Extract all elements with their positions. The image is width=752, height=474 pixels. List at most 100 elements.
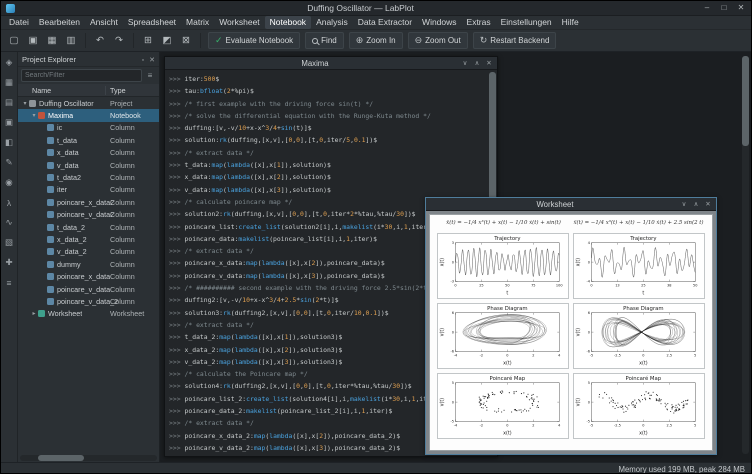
image-icon[interactable]: ▧ xyxy=(3,236,16,249)
dock-horizontal-scrollbar[interactable] xyxy=(20,455,157,461)
menu-extras[interactable]: Extras xyxy=(462,16,496,29)
subwindow-close-icon[interactable]: ✕ xyxy=(485,59,493,67)
worksheet-view: ẍ(t) = −1/4 x³(t) + x(t) − 1/10 ẋ(t) + s… xyxy=(426,211,716,454)
tree-row-v-data[interactable]: v_dataColumn xyxy=(18,159,159,171)
zoom-in-button-label: Zoom In xyxy=(366,36,395,45)
tree-row-maxima[interactable]: ▾MaximaNotebook xyxy=(18,109,159,121)
find-icon xyxy=(312,38,318,44)
subwindow-shade-icon[interactable]: ∨ xyxy=(680,200,688,208)
menu-worksheet[interactable]: Worksheet xyxy=(214,16,264,29)
print-icon[interactable]: ▥ xyxy=(62,32,80,50)
expander-icon[interactable]: ▸ xyxy=(30,310,38,317)
tree-row-worksheet[interactable]: ▸WorksheetWorksheet xyxy=(18,308,159,320)
evaluate-notebook-button[interactable]: ✓Evaluate Notebook xyxy=(208,32,300,49)
tree-row-poincare-v-data-2[interactable]: poincare_v_data_2Column xyxy=(18,295,159,307)
code-text: /* extract data */ xyxy=(185,247,254,255)
zoom-out-button[interactable]: ⊖Zoom Out xyxy=(408,32,468,49)
subwindow-maximize-icon[interactable]: ∧ xyxy=(692,200,700,208)
find-button[interactable]: Find xyxy=(305,32,344,49)
filter-options-icon[interactable]: ≡ xyxy=(144,71,156,80)
scrollbar-thumb[interactable] xyxy=(38,455,84,461)
undo-icon[interactable]: ↶ xyxy=(91,32,109,50)
curve-icon[interactable]: ∿ xyxy=(3,216,16,229)
scrollbar-thumb[interactable] xyxy=(742,56,749,146)
new-project-icon[interactable]: ▢ xyxy=(5,32,23,50)
svg-text:-5: -5 xyxy=(590,423,593,427)
close-window-icon[interactable]: ⊠ xyxy=(177,32,195,50)
menu-windows[interactable]: Windows xyxy=(417,16,461,29)
mdi-scrollbar[interactable] xyxy=(742,56,749,454)
tree-row-duffing-oscillator[interactable]: ▾Duffing OscillatorProject xyxy=(18,97,159,109)
note-icon[interactable]: ✎ xyxy=(3,156,16,169)
svg-text:0: 0 xyxy=(452,330,454,334)
tree-header[interactable]: Name Type xyxy=(18,84,159,97)
menu-hilfe[interactable]: Hilfe xyxy=(557,16,584,29)
worksheet-icon xyxy=(38,310,45,317)
menu-analysis[interactable]: Analysis xyxy=(311,16,353,29)
settings-icon[interactable]: ≡ xyxy=(3,276,16,289)
restart-backend-button[interactable]: ↻Restart Backend xyxy=(473,32,557,49)
titlebar[interactable]: Duffing Oscillator — LabPlot –□✕ xyxy=(1,1,751,16)
tree-row-ic[interactable]: icColumn xyxy=(18,122,159,134)
tree-row-v-data-2[interactable]: v_data_2Column xyxy=(18,246,159,258)
datapicker-icon[interactable]: ◉ xyxy=(3,176,16,189)
tree-item-type: Column xyxy=(110,173,135,182)
maximize-button[interactable]: □ xyxy=(719,1,729,15)
tree-row-poincare-x-data2[interactable]: poincare_x_data2Column xyxy=(18,196,159,208)
expander-icon[interactable]: ▾ xyxy=(30,112,38,119)
tree-row-t-data2[interactable]: t_data2Column xyxy=(18,171,159,183)
tile-windows-icon[interactable]: ⊞ xyxy=(139,32,157,50)
code-text: t_data_2:map(lambda([x],x[1]),solution3)… xyxy=(185,333,343,341)
subwindow-shade-icon[interactable]: ∨ xyxy=(461,59,469,67)
menu-einstellungen[interactable]: Einstellungen xyxy=(496,16,557,29)
project-explorer-toggle-icon[interactable]: ◈ xyxy=(3,56,16,69)
menu-notebook[interactable]: Notebook xyxy=(265,16,311,29)
maxima-titlebar[interactable]: Maxima ∨∧✕ xyxy=(165,57,497,70)
menu-data-extractor[interactable]: Data Extractor xyxy=(353,16,417,29)
dock-float-icon[interactable]: ▫ xyxy=(142,57,144,64)
menu-bearbeiten[interactable]: Bearbeiten xyxy=(34,16,85,29)
subwindow-close-icon[interactable]: ✕ xyxy=(704,200,712,208)
worksheet-titlebar[interactable]: Worksheet ∨∧✕ xyxy=(426,198,716,211)
save-project-icon[interactable]: ▦ xyxy=(43,32,61,50)
function-icon[interactable]: λ xyxy=(3,196,16,209)
tree-row-x-data[interactable]: x_dataColumn xyxy=(18,147,159,159)
svg-text:-4: -4 xyxy=(454,353,458,357)
tree-row-poincare-v-data2[interactable]: poincare_v_data2Column xyxy=(18,209,159,221)
tree-row-dummy[interactable]: dummyColumn xyxy=(18,258,159,270)
tree-row-poincare-v-data[interactable]: poincare_v_dataColumn xyxy=(18,283,159,295)
mdi-area: Maxima ∨∧✕ >>>iter:500$>>>tau:bfloat(2*%… xyxy=(160,52,751,462)
matrix-icon[interactable]: ▤ xyxy=(3,96,16,109)
notebook-icon[interactable]: ◧ xyxy=(3,136,16,149)
column-header-name[interactable]: Name xyxy=(18,86,106,95)
menu-datei[interactable]: Datei xyxy=(4,16,34,29)
add-icon[interactable]: ✚ xyxy=(3,256,16,269)
tree-row-x-data-2[interactable]: x_data_2Column xyxy=(18,233,159,245)
dock-close-icon[interactable]: ✕ xyxy=(149,57,155,64)
menu-matrix[interactable]: Matrix xyxy=(181,16,214,29)
redo-icon[interactable]: ↷ xyxy=(110,32,128,50)
spreadsheet-icon[interactable]: ▦ xyxy=(3,76,16,89)
worksheet-icon[interactable]: ▣ xyxy=(3,116,16,129)
code-text: solution4:rk(duffing2,[x,v],[0,0],[t,0,i… xyxy=(185,382,412,390)
zoom-in-button[interactable]: ⊕Zoom In xyxy=(349,32,403,49)
svg-text:0: 0 xyxy=(642,353,644,357)
worksheet-window: Worksheet ∨∧✕ ẍ(t) = −1/4 x³(t) + x(t) −… xyxy=(425,197,717,455)
cascade-windows-icon[interactable]: ◩ xyxy=(158,32,176,50)
menu-ansicht[interactable]: Ansicht xyxy=(85,16,123,29)
minimize-button[interactable]: – xyxy=(702,1,712,15)
menu-spreadsheet[interactable]: Spreadsheet xyxy=(123,16,181,29)
column-header-type[interactable]: Type xyxy=(106,86,126,95)
svg-text:0: 0 xyxy=(452,400,454,404)
expander-icon[interactable]: ▾ xyxy=(21,100,29,107)
tree-row-t-data[interactable]: t_dataColumn xyxy=(18,134,159,146)
open-project-icon[interactable]: ▣ xyxy=(24,32,42,50)
code-text: /* solve the differential equation with … xyxy=(185,112,431,120)
tree-row-poincare-x-data[interactable]: poincare_x_dataColumn xyxy=(18,270,159,282)
subwindow-maximize-icon[interactable]: ∧ xyxy=(473,59,481,67)
column-icon xyxy=(47,286,54,293)
search-filter-input[interactable] xyxy=(21,69,142,82)
tree-row-iter[interactable]: iterColumn xyxy=(18,184,159,196)
tree-row-t-data-2[interactable]: t_data_2Column xyxy=(18,221,159,233)
close-button[interactable]: ✕ xyxy=(736,1,746,15)
